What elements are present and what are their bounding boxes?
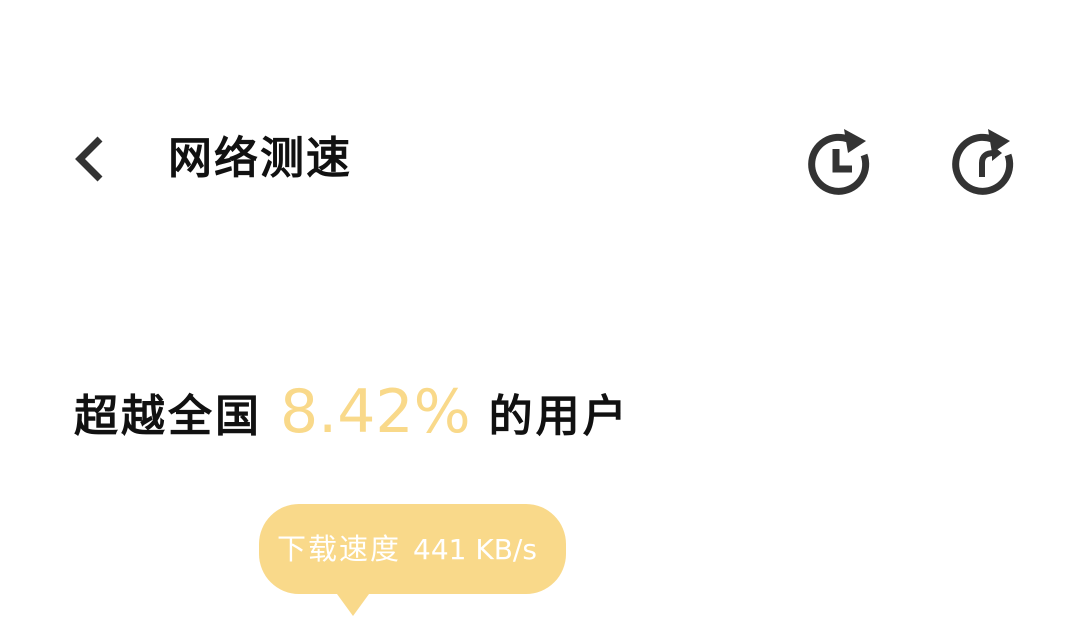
page-title: 网络测速 <box>168 133 352 184</box>
chevron-left-icon <box>75 136 103 182</box>
download-speed-tooltip: 下载速度 441 KB/s <box>259 504 566 616</box>
refresh-icon <box>952 129 1014 195</box>
back-button[interactable] <box>62 127 122 187</box>
history-button[interactable] <box>800 123 880 203</box>
history-clock-icon <box>808 129 870 195</box>
summary-prefix: 超越全国 <box>74 391 262 442</box>
rank-summary: 超越全国 8.42% 的用户 <box>74 372 630 452</box>
retest-button[interactable] <box>944 123 1024 203</box>
rank-percent: 8.42% <box>280 377 471 447</box>
summary-suffix: 的用户 <box>488 391 630 442</box>
download-speed-value: 441 KB/s <box>413 533 537 566</box>
speed-test-page: 网络测速 超越全国 8.42% 的用户 下载速度 441 KB/s <box>0 0 1079 625</box>
download-speed-text: 下载速度 441 KB/s <box>277 504 537 594</box>
header-bar: 网络测速 <box>0 105 1079 215</box>
download-speed-label: 下载速度 <box>277 532 402 566</box>
